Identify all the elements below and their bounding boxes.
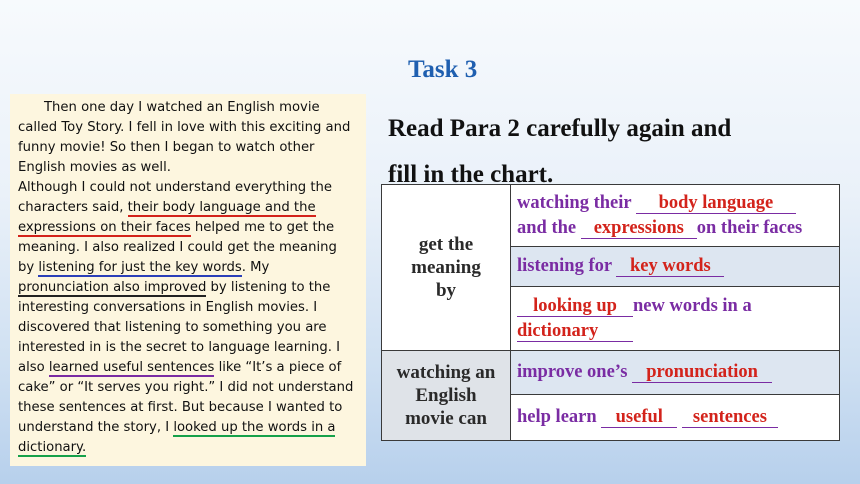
answer-expressions: expressions	[593, 217, 684, 238]
chart-row-key-words: listening for key words	[510, 246, 840, 287]
chart-row-useful-sentences: help learn useful sentences	[510, 394, 840, 441]
answer-blank: dictionary	[517, 320, 633, 342]
answer-sentences: sentences	[692, 407, 767, 427]
answer-pronunciation: pronunciation	[646, 362, 758, 382]
label-line: movie can	[405, 408, 487, 429]
underlined-phrase-key-words: listening for just the key words	[38, 260, 242, 277]
fill-in-chart: get the meaning by watching their body l…	[381, 184, 840, 441]
chart-label-get-meaning: get the meaning by	[381, 184, 511, 351]
row-text: help learn	[517, 407, 602, 427]
row-text: and the	[517, 217, 581, 238]
passage-paragraph-2: Although I could not understand everythi…	[18, 178, 356, 458]
label-line: English	[415, 385, 477, 406]
label-line: watching an	[396, 362, 496, 383]
answer-blank: useful	[601, 407, 678, 428]
underlined-phrase-useful-sentences: learned useful sentences	[48, 360, 215, 377]
row-text: new words in a	[633, 295, 752, 316]
label-line: meaning	[411, 257, 481, 278]
underlined-phrase-pronunciation: pronunciation also improved	[18, 280, 207, 297]
answer-looking-up: looking up	[533, 295, 617, 316]
passage-paragraph-1: Then one day I watched an English movie …	[18, 98, 356, 178]
chart-row-body-language: watching their body language and the exp…	[510, 184, 840, 247]
answer-blank: key words	[616, 256, 725, 277]
answer-body-language: body language	[658, 192, 774, 213]
chart-row-looking-up: looking up new words in a dictionary	[510, 286, 840, 351]
row-text: listening for	[517, 256, 617, 276]
passage-text: Then one day I watched an English movie …	[18, 98, 356, 458]
answer-blank: body language	[635, 192, 796, 214]
chart-row-pronunciation: improve one’s pronunciation	[510, 350, 840, 395]
label-line: by	[435, 280, 457, 301]
passage-text-span: Then one day I watched an English movie …	[18, 100, 351, 175]
chart-label-watching-movie: watching an English movie can	[381, 350, 511, 441]
answer-dictionary: dictionary	[517, 320, 599, 341]
instruction-line-1: Read Para 2 carefully again and	[388, 115, 732, 142]
label-line: get the	[418, 234, 474, 255]
row-text: watching their	[517, 192, 636, 213]
passage-text-span: . My	[241, 260, 270, 275]
answer-useful: useful	[615, 407, 663, 427]
task-title: Task 3	[408, 56, 478, 83]
row-text: on their faces	[696, 217, 803, 238]
passage-box: Then one day I watched an English movie …	[10, 94, 366, 466]
answer-blank: pronunciation	[632, 362, 773, 383]
answer-key-words: key words	[630, 256, 711, 276]
row-text: improve one’s	[517, 362, 633, 382]
answer-blank: looking up	[517, 295, 633, 317]
answer-blank: expressions	[580, 217, 697, 239]
answer-blank: sentences	[681, 407, 778, 428]
